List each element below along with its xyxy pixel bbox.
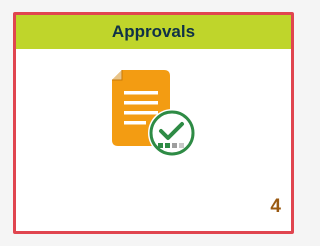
tile-body: 4 [16,49,291,231]
tile-header: Approvals [16,15,291,49]
page-background: Approvals 4 [0,0,310,246]
tile-title: Approvals [111,22,196,41]
document-approved-icon [112,70,196,157]
approvals-count: 4 [270,196,281,217]
approvals-tile[interactable]: Approvals 4 [13,12,294,234]
